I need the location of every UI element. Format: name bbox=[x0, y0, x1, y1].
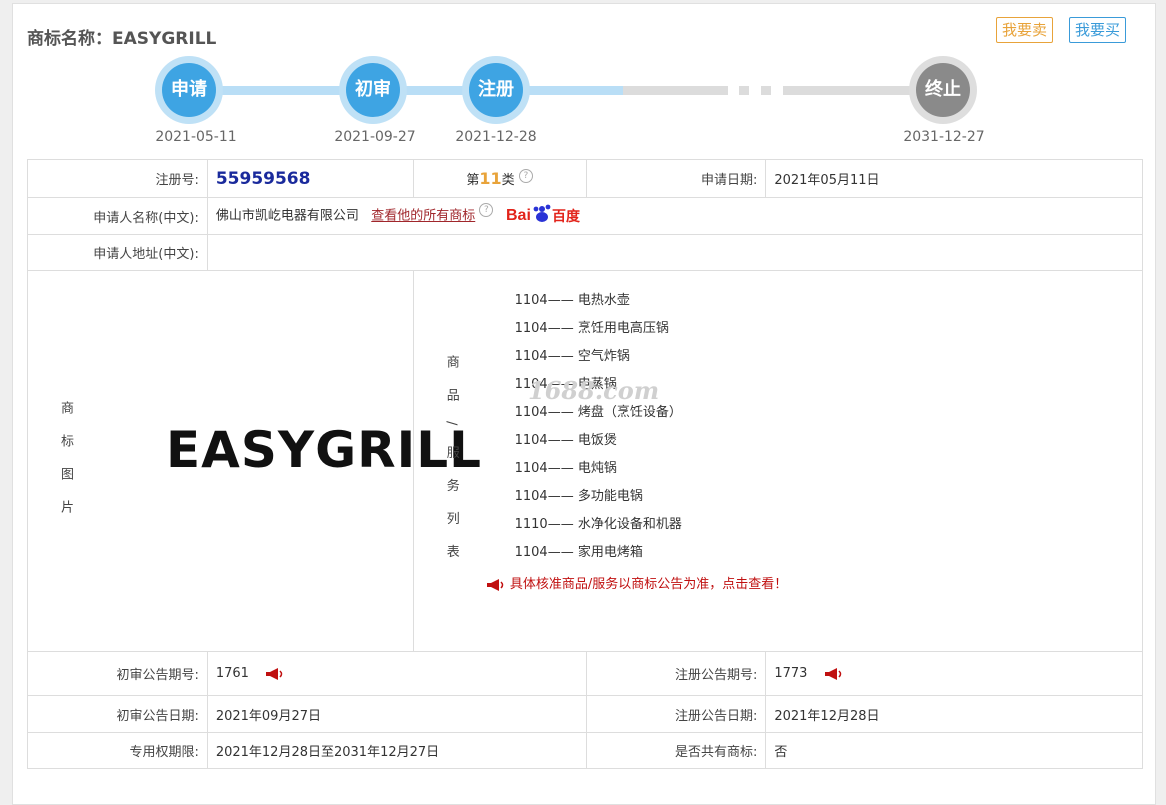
megaphone-icon[interactable] bbox=[824, 667, 844, 681]
timeline-remaining-bar bbox=[623, 86, 728, 95]
reg-issue-value: 1773 bbox=[774, 666, 808, 681]
timeline-step-apply: 申请 bbox=[155, 56, 223, 124]
mark-image-cell: 商标图片 EASYGRILL bbox=[27, 270, 481, 652]
shared-label: 是否共有商标: bbox=[585, 732, 767, 769]
status-timeline: 申请 初审 注册 终止 2021-05-11 2021-09-27 2021-1… bbox=[13, 4, 1155, 154]
baidu-logo-icon[interactable]: Bai 百度 bbox=[506, 203, 586, 229]
reg-no-value: 55959568 bbox=[215, 168, 311, 189]
class-prefix: 第 bbox=[466, 173, 480, 188]
prelim-issue-value: 1761 bbox=[215, 666, 249, 681]
shared-value: 否 bbox=[765, 732, 1143, 769]
timeline-step-prelim: 初审 bbox=[339, 56, 407, 124]
applicant-label: 申请人名称(中文): bbox=[27, 197, 208, 235]
term-label: 专用权期限: bbox=[27, 732, 208, 769]
mark-image-label: 商标图片 bbox=[58, 401, 73, 533]
reg-date-label: 注册公告日期: bbox=[585, 695, 767, 733]
applicant-value: 佛山市凯屹电器有限公司 bbox=[215, 208, 359, 224]
timeline-progress-bar bbox=[193, 86, 623, 95]
megaphone-icon[interactable] bbox=[265, 667, 285, 681]
timeline-dash bbox=[739, 86, 749, 95]
trademark-panel: 商标名称：EASYGRILL 我要卖 我要买 申请 初审 注册 终止 2021-… bbox=[12, 3, 1156, 805]
step-label: 终止 bbox=[916, 63, 970, 117]
list-item: 1104—— 电饭煲 bbox=[514, 433, 617, 448]
prelim-date-value: 2021年09月27日 bbox=[206, 695, 587, 733]
list-item: 1104—— 电炖锅 bbox=[514, 461, 617, 476]
step-label: 初审 bbox=[346, 63, 400, 117]
watermark: 1688.com bbox=[528, 376, 660, 405]
class-suffix: 类 bbox=[501, 173, 515, 188]
list-item: 1104—— 电热水壶 bbox=[514, 293, 630, 308]
help-icon[interactable]: ? bbox=[518, 169, 533, 183]
list-item: 1104—— 烹饪用电高压锅 bbox=[514, 321, 669, 336]
prelim-date-label: 初审公告日期: bbox=[27, 695, 208, 733]
class-number: 11 bbox=[479, 169, 502, 188]
prelim-issue-label: 初审公告期号: bbox=[27, 651, 208, 696]
step-label: 申请 bbox=[162, 63, 216, 117]
timeline-remaining-bar bbox=[783, 86, 913, 95]
svg-text:百度: 百度 bbox=[552, 208, 581, 225]
apply-date-value: 2021年05月11日 bbox=[765, 159, 1143, 198]
goods-notice-link[interactable]: 具体核准商品/服务以商标公告为准，点击查看！ bbox=[486, 573, 787, 592]
trademark-details-table: 注册号: 55959568 第11类 ? 申请日期: 2021年05月11日 申… bbox=[27, 159, 1144, 769]
help-icon[interactable]: ? bbox=[479, 203, 494, 217]
list-item: 1104—— 多功能电锅 bbox=[514, 489, 643, 504]
list-item: 1104—— 空气炸锅 bbox=[514, 349, 630, 364]
list-item: 1110—— 水净化设备和机器 bbox=[514, 517, 682, 532]
timeline-dash bbox=[761, 86, 771, 95]
class-cell: 第11类 ? bbox=[412, 159, 587, 198]
megaphone-icon bbox=[486, 578, 506, 592]
svg-text:Bai: Bai bbox=[506, 207, 531, 224]
apply-date-label: 申请日期: bbox=[585, 159, 767, 198]
step-date: 2021-12-28 bbox=[455, 129, 537, 145]
reg-date-value: 2021年12月28日 bbox=[765, 695, 1143, 733]
step-date: 2021-05-11 bbox=[155, 129, 237, 145]
all-marks-link[interactable]: 查看他的所有商标 bbox=[371, 209, 475, 224]
timeline-step-register: 注册 bbox=[462, 56, 530, 124]
goods-cell: 商品/服务列表 1104—— 电热水壶 1104—— 烹饪用电高压锅 1104—… bbox=[412, 270, 1144, 652]
address-label: 申请人地址(中文): bbox=[27, 234, 208, 271]
term-value: 2021年12月28日至2031年12月27日 bbox=[206, 732, 587, 769]
list-item: 1104—— 家用电烤箱 bbox=[514, 545, 643, 560]
goods-list: 1104—— 电热水壶 1104—— 烹饪用电高压锅 1104—— 空气炸锅 1… bbox=[484, 287, 682, 567]
step-label: 注册 bbox=[469, 63, 523, 117]
goods-label: 商品/服务列表 bbox=[443, 355, 459, 578]
step-date: 2031-12-27 bbox=[903, 129, 985, 145]
timeline-step-terminate: 终止 bbox=[909, 56, 977, 124]
reg-issue-label: 注册公告期号: bbox=[585, 651, 767, 696]
step-date: 2021-09-27 bbox=[334, 129, 416, 145]
address-value bbox=[206, 234, 1144, 271]
reg-no-label: 注册号: bbox=[27, 159, 208, 198]
